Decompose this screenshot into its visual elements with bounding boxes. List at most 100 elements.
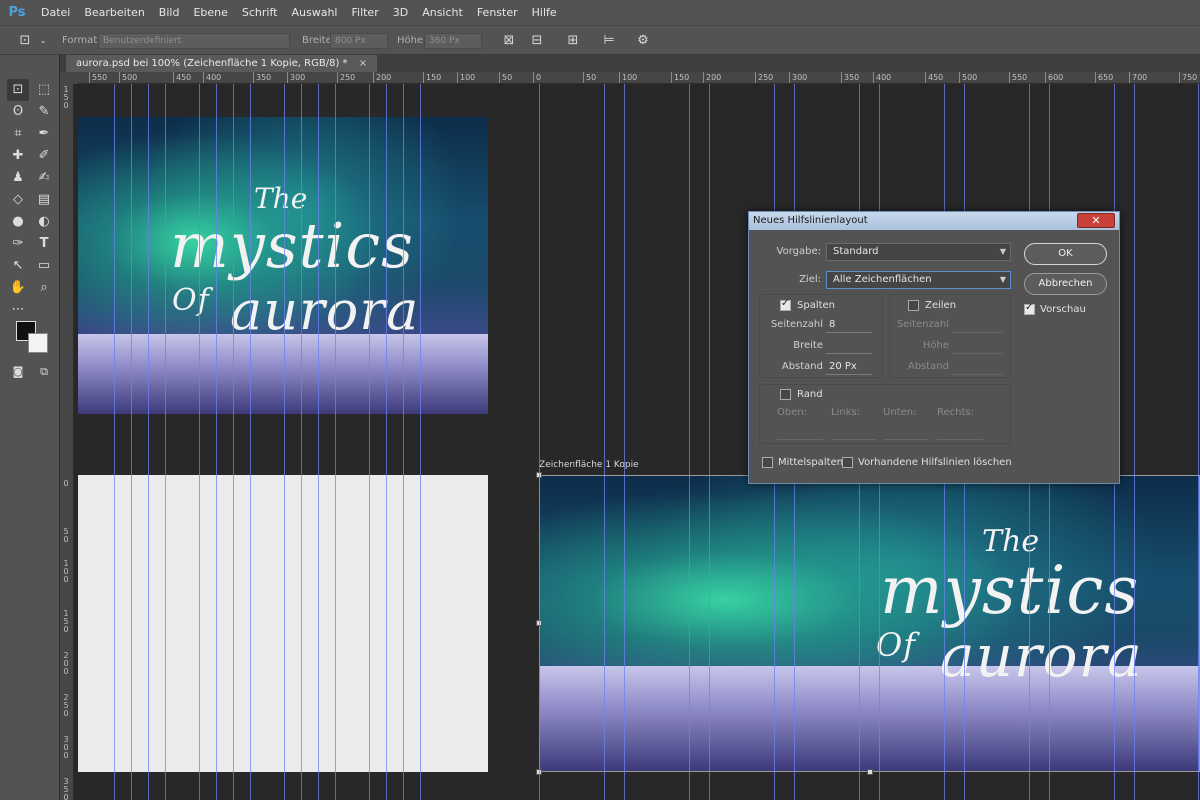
healing-brush-tool-icon[interactable]: ✚ — [7, 145, 29, 167]
vorgabe-select[interactable]: Standard ▼ — [826, 243, 1011, 261]
menu-filter[interactable]: Filter — [344, 0, 385, 25]
menu-bearbeiten[interactable]: Bearbeiten — [77, 0, 151, 25]
guide-line[interactable] — [199, 84, 200, 800]
chevron-down-icon[interactable]: ⌄ — [34, 32, 52, 50]
marquee-tool-icon[interactable]: ⬚ — [33, 79, 55, 101]
quick-selection-tool-icon[interactable]: ✎ — [33, 101, 55, 123]
menu-ebene[interactable]: Ebene — [186, 0, 234, 25]
make-portrait-icon[interactable]: ⊠ — [500, 32, 518, 50]
ruler-tick — [423, 72, 424, 83]
horizontal-ruler[interactable]: 550 500 450 400 350 300 250 200 150 100 50 0 50 100 15… — [78, 72, 1200, 84]
close-icon[interactable]: × — [359, 58, 367, 69]
menu-datei[interactable]: Datei — [34, 0, 77, 25]
guide-line[interactable] — [1198, 84, 1199, 800]
add-artboard-icon[interactable]: ⊞ — [564, 32, 582, 50]
cancel-button[interactable]: Abbrechen — [1024, 273, 1107, 295]
ziel-value: Alle Zeichenflächen — [833, 274, 932, 285]
guide-line[interactable] — [369, 84, 370, 800]
artboard-tool-icon[interactable]: ⊡ — [16, 32, 34, 50]
artboard-blank[interactable] — [78, 475, 488, 772]
stamp-tool-icon[interactable]: ♟ — [7, 167, 29, 189]
guide-line[interactable] — [689, 84, 690, 800]
crop-tool-icon[interactable]: ⌗ — [7, 123, 29, 145]
align-icon[interactable]: ⊨ — [600, 32, 618, 50]
col-seitenzahl-input[interactable]: 8 — [826, 317, 872, 333]
gear-icon[interactable]: ⚙ — [634, 32, 652, 50]
rand-checkbox[interactable] — [780, 389, 791, 400]
ruler-label: 450 — [928, 73, 944, 82]
lasso-tool-icon[interactable]: ʘ — [7, 101, 29, 123]
menu-bild[interactable]: Bild — [152, 0, 187, 25]
make-landscape-icon[interactable]: ⊟ — [528, 32, 546, 50]
quick-mask-icon[interactable]: ◙ — [7, 361, 29, 383]
height-field[interactable]: 360 Px — [424, 33, 482, 49]
dodge-tool-icon[interactable]: ◐ — [33, 211, 55, 233]
type-tool-icon[interactable]: T — [33, 233, 55, 255]
artboard-tool-icon[interactable]: ⊡ — [7, 79, 29, 101]
guide-line[interactable] — [709, 84, 710, 800]
spalten-checkbox[interactable] — [780, 298, 791, 311]
guide-line[interactable] — [420, 84, 421, 800]
guide-line[interactable] — [284, 84, 285, 800]
guide-line[interactable] — [233, 84, 234, 800]
guide-line[interactable] — [624, 84, 625, 800]
eraser-tool-icon[interactable]: ◇ — [7, 189, 29, 211]
guide-line[interactable] — [148, 84, 149, 800]
pen-tool-icon[interactable]: ✑ — [7, 233, 29, 255]
menu-fenster[interactable]: Fenster — [470, 0, 525, 25]
menu-schrift[interactable]: Schrift — [235, 0, 285, 25]
guide-line[interactable] — [131, 84, 132, 800]
menu-3d[interactable]: 3D — [386, 0, 415, 25]
path-selection-tool-icon[interactable]: ↖ — [7, 255, 29, 277]
guide-line[interactable] — [335, 84, 336, 800]
ok-button[interactable]: OK — [1024, 243, 1107, 265]
ruler-tick — [1045, 72, 1046, 83]
mittelspalten-checkbox[interactable] — [762, 457, 773, 468]
guide-line[interactable] — [318, 84, 319, 800]
width-field[interactable]: 800 Px — [330, 33, 388, 49]
rectangle-tool-icon[interactable]: ▭ — [33, 255, 55, 277]
history-brush-tool-icon[interactable]: ✍ — [33, 167, 55, 189]
guide-line[interactable] — [250, 84, 251, 800]
background-color-swatch[interactable] — [28, 333, 48, 353]
vertical-ruler[interactable]: 1 5 0 0 5 0 1 0 0 1 5 0 2 0 0 2 5 0 3 0 0 3 5 0 — [60, 84, 74, 800]
ziel-select[interactable]: Alle Zeichenflächen ▼ — [826, 271, 1011, 289]
hand-tool-icon[interactable]: ✋ — [7, 277, 29, 299]
col-abstand-input[interactable]: 20 Px — [826, 359, 872, 375]
format-select[interactable]: Benutzerdefiniert — [98, 33, 290, 49]
guide-line[interactable] — [1134, 84, 1135, 800]
screen-mode-icon[interactable]: ⧉ — [33, 361, 55, 383]
clear-guides-checkbox[interactable] — [842, 457, 853, 468]
transform-handle[interactable] — [867, 769, 873, 775]
guide-line[interactable] — [301, 84, 302, 800]
menu-auswahl[interactable]: Auswahl — [284, 0, 344, 25]
vorschau-checkbox[interactable] — [1024, 302, 1035, 315]
guide-line[interactable] — [216, 84, 217, 800]
guide-line[interactable] — [386, 84, 387, 800]
brush-tool-icon[interactable]: ✐ — [33, 145, 55, 167]
zeilen-checkbox[interactable] — [908, 300, 919, 311]
guide-line[interactable] — [604, 84, 605, 800]
dialog-title-bar[interactable]: Neues Hilfslinienlayout ✕ — [749, 212, 1119, 230]
guide-line[interactable] — [114, 84, 115, 800]
artboard-original[interactable]: The mystics Of aurora — [78, 117, 488, 414]
eyedropper-tool-icon[interactable]: ✒ — [33, 123, 55, 145]
ruler-tick — [1009, 72, 1010, 83]
menu-hilfe[interactable]: Hilfe — [525, 0, 564, 25]
gradient-tool-icon[interactable]: ▤ — [33, 189, 55, 211]
close-icon[interactable]: ✕ — [1077, 213, 1115, 228]
guide-line[interactable] — [165, 84, 166, 800]
ruler-label: 500 — [122, 73, 138, 82]
ruler-tick — [789, 72, 790, 83]
document-tab[interactable]: aurora.psd bei 100% (Zeichenfläche 1 Kop… — [66, 55, 378, 72]
guide-line[interactable] — [539, 84, 540, 800]
menu-ansicht[interactable]: Ansicht — [415, 0, 470, 25]
title-of: Of — [876, 626, 917, 664]
more-tools-icon[interactable]: ⋯ — [7, 299, 29, 321]
col-breite-input[interactable] — [826, 338, 872, 354]
artboard-copy[interactable]: The mystics Of aurora — [539, 475, 1200, 772]
blur-tool-icon[interactable]: ● — [7, 211, 29, 233]
guide-line[interactable] — [403, 84, 404, 800]
zoom-tool-icon[interactable]: ⌕ — [33, 277, 55, 299]
photoshop-logo: Ps — [8, 5, 26, 20]
